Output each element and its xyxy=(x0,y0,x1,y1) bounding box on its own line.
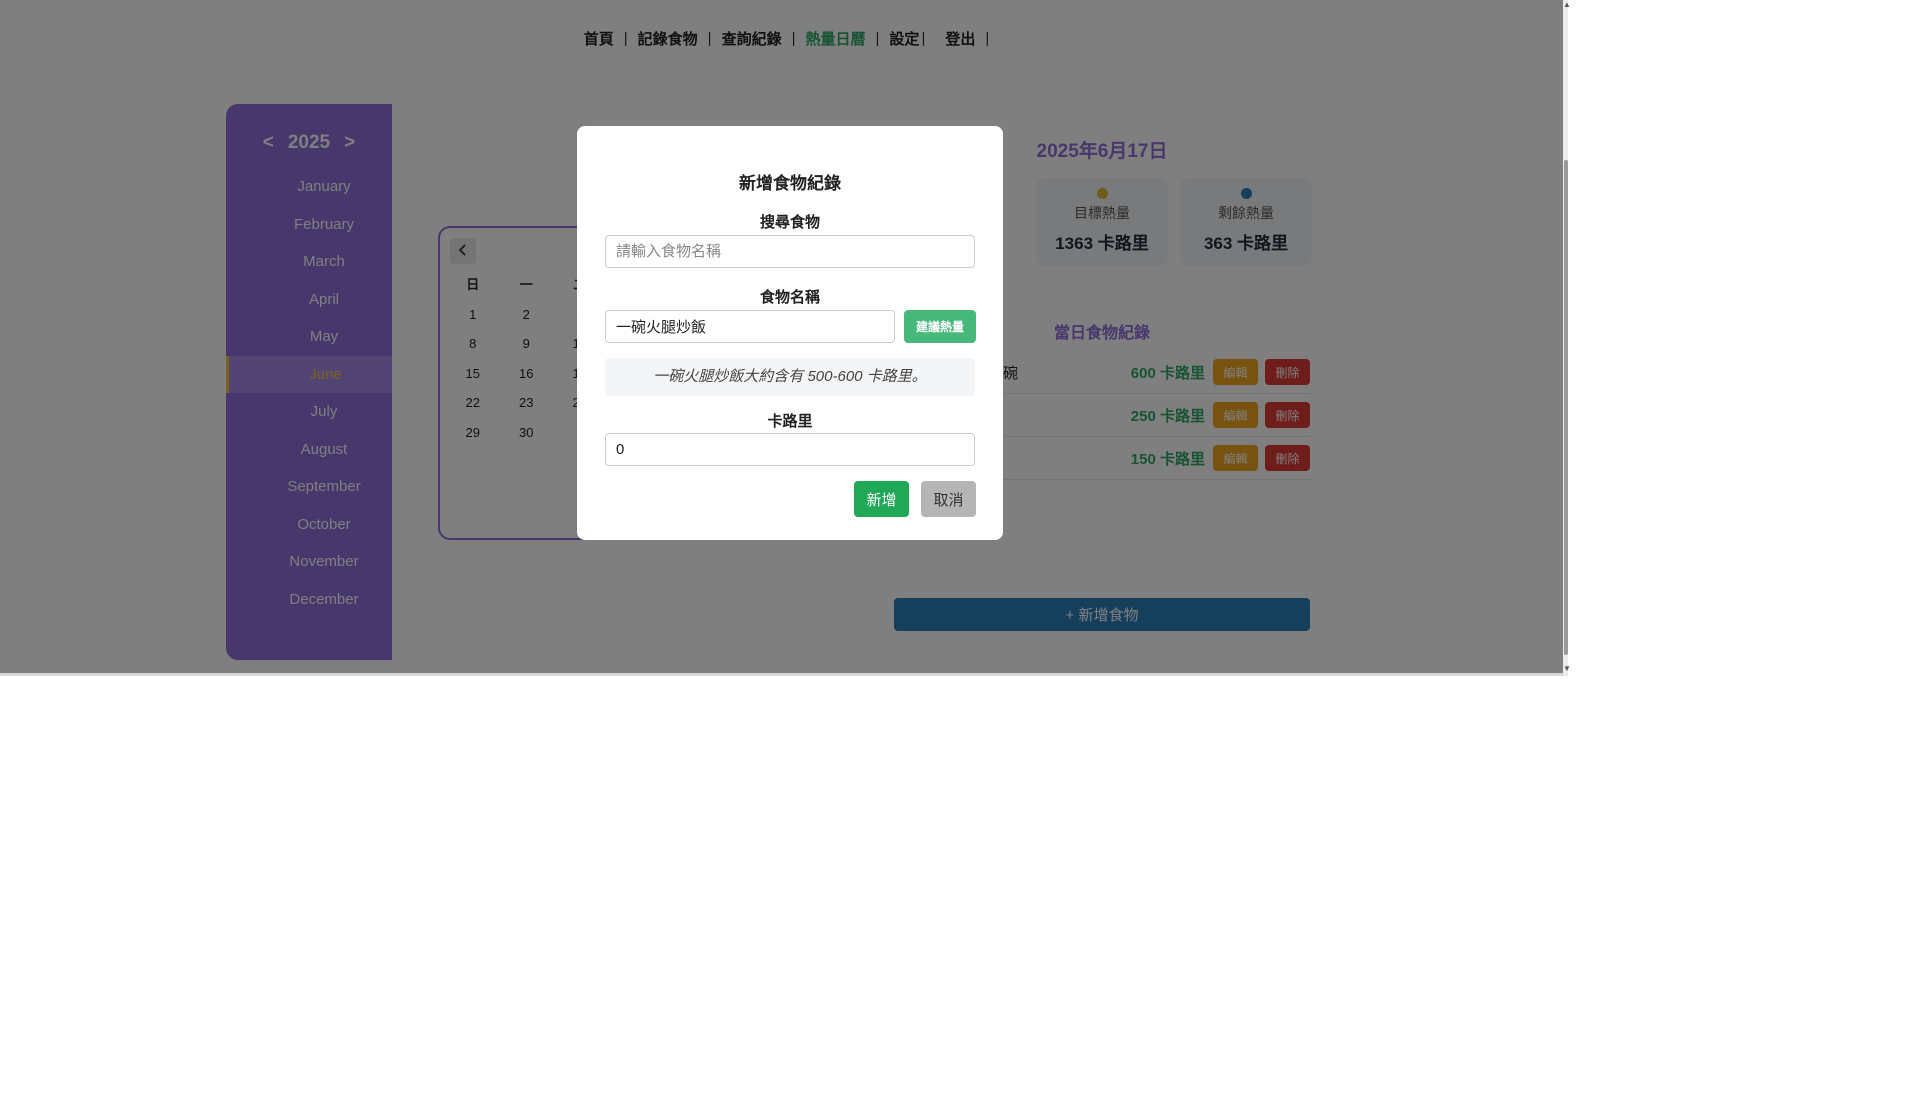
viewport-bottom-border xyxy=(0,673,1563,676)
scroll-up-arrow-icon[interactable]: ▲ xyxy=(1563,0,1571,10)
search-food-label: 搜尋食物 xyxy=(759,214,820,231)
cancel-button[interactable]: 取消 xyxy=(921,481,976,517)
add-food-record-modal: 新增食物紀錄 搜尋食物 食物名稱 建議熱量 一碗火腿炒飯大約含有 500-600… xyxy=(577,126,1003,540)
calories-label: 卡路里 xyxy=(767,413,813,430)
submit-add-button[interactable]: 新增 xyxy=(854,481,909,517)
search-food-input[interactable] xyxy=(605,235,975,268)
app-viewport: 首頁 | 記錄食物 | 查詢紀錄 | 熱量日曆 | 設定 | 登出 | < 20… xyxy=(0,0,1563,676)
scroll-down-arrow-icon[interactable]: ▼ xyxy=(1563,664,1571,674)
vertical-scrollbar[interactable]: ▲ ▼ xyxy=(1563,0,1571,676)
calories-input[interactable] xyxy=(605,433,975,466)
modal-title: 新增食物紀錄 xyxy=(739,174,841,193)
scrollbar-thumb[interactable] xyxy=(1564,160,1568,655)
calorie-suggestion-hint: 一碗火腿炒飯大約含有 500-600 卡路里。 xyxy=(605,358,975,396)
food-name-label: 食物名稱 xyxy=(759,289,820,306)
food-name-input[interactable] xyxy=(605,310,895,343)
suggest-calories-button[interactable]: 建議熱量 xyxy=(904,310,976,343)
